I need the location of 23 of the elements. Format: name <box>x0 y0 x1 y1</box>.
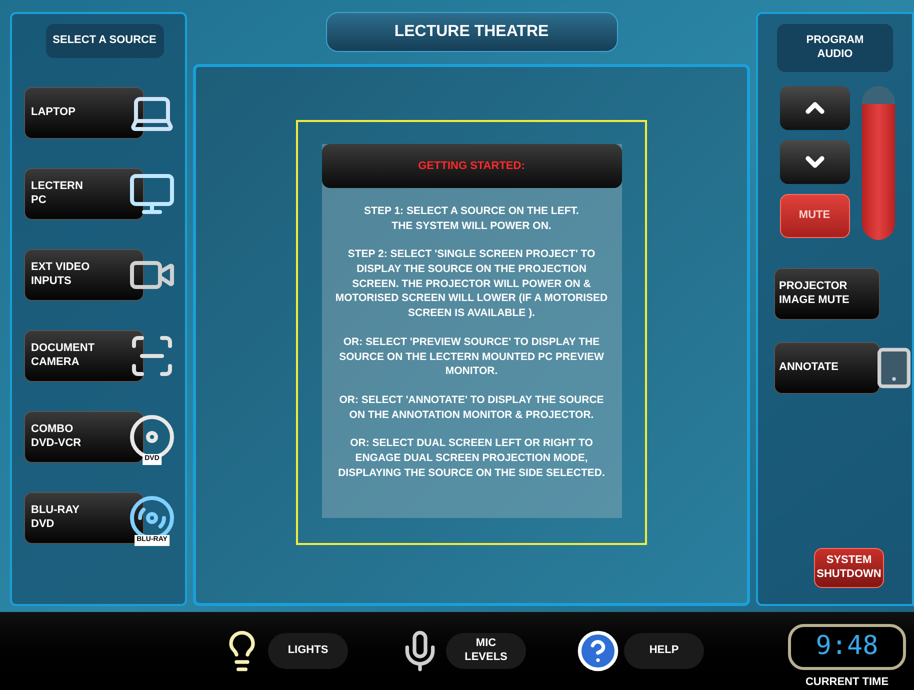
source-button[interactable]: EXT VIDEO INPUTS <box>24 248 144 301</box>
instruction-paragraph: OR: SELECT 'PREVIEW SOURCE' TO DISPLAY THE SOURCE ON THE LECTERN MOUNTED PC PREVIEW MONITOR. <box>338 334 605 379</box>
panel-title: SELECT A SOURCE <box>46 24 164 58</box>
annotate-button[interactable]: ANNOTATE <box>774 342 880 394</box>
room-title: LECTURE THEATRE <box>326 12 618 52</box>
instruction-paragraph: STEP 1: SELECT A SOURCE ON THE LEFT. THE SYSTEM WILL POWER ON. <box>363 204 580 234</box>
card-heading: GETTING STARTED: <box>322 144 622 188</box>
source-button[interactable]: LECTERN PC <box>24 168 144 220</box>
mute-button[interactable]: MUTE <box>780 194 850 238</box>
source-button[interactable]: LAPTOP <box>24 86 144 139</box>
instruction-paragraph: OR: SELECT DUAL SCREEN LEFT OR RIGHT TO ENGAGE DUAL SCREEN PROJECTION MODE, DISPLAYING THE SOURCE ON THE SIDE SELECTED. <box>337 436 606 480</box>
panel-title: PROGRAM AUDIO <box>777 24 893 72</box>
instruction-paragraph: OR: SELECT 'ANNOTATE' TO DISPLAY THE SOURCE ON THE ANNOTATION MONITOR & PROJECTOR. <box>338 392 605 422</box>
volume-down-button[interactable] <box>780 140 850 184</box>
clock-display: 9:48 <box>788 624 906 670</box>
source-button[interactable]: DOCUMENT CAMERA <box>24 330 144 382</box>
volume-up-button[interactable] <box>780 86 850 130</box>
shutdown-button[interactable]: SYSTEM SHUTDOWN <box>814 548 884 588</box>
instruction-paragraph: STEP 2: SELECT 'SINGLE SCREEN PROJECT' TO DISPLAY THE SOURCE ON THE PROJECTION SCREEN. THE PROJECTOR WILL POWER ON & MOTORISED SCREEN WILL LOWER (IF A MOTORISED SCREEN IS AVAILABLE ). <box>334 247 609 321</box>
clock-label: CURRENT TIME <box>805 674 889 690</box>
source-button[interactable]: COMBO DVD-VCR <box>24 410 144 463</box>
projector-mute-button[interactable]: PROJECTOR IMAGE MUTE <box>774 268 880 320</box>
help-icon <box>576 629 620 673</box>
